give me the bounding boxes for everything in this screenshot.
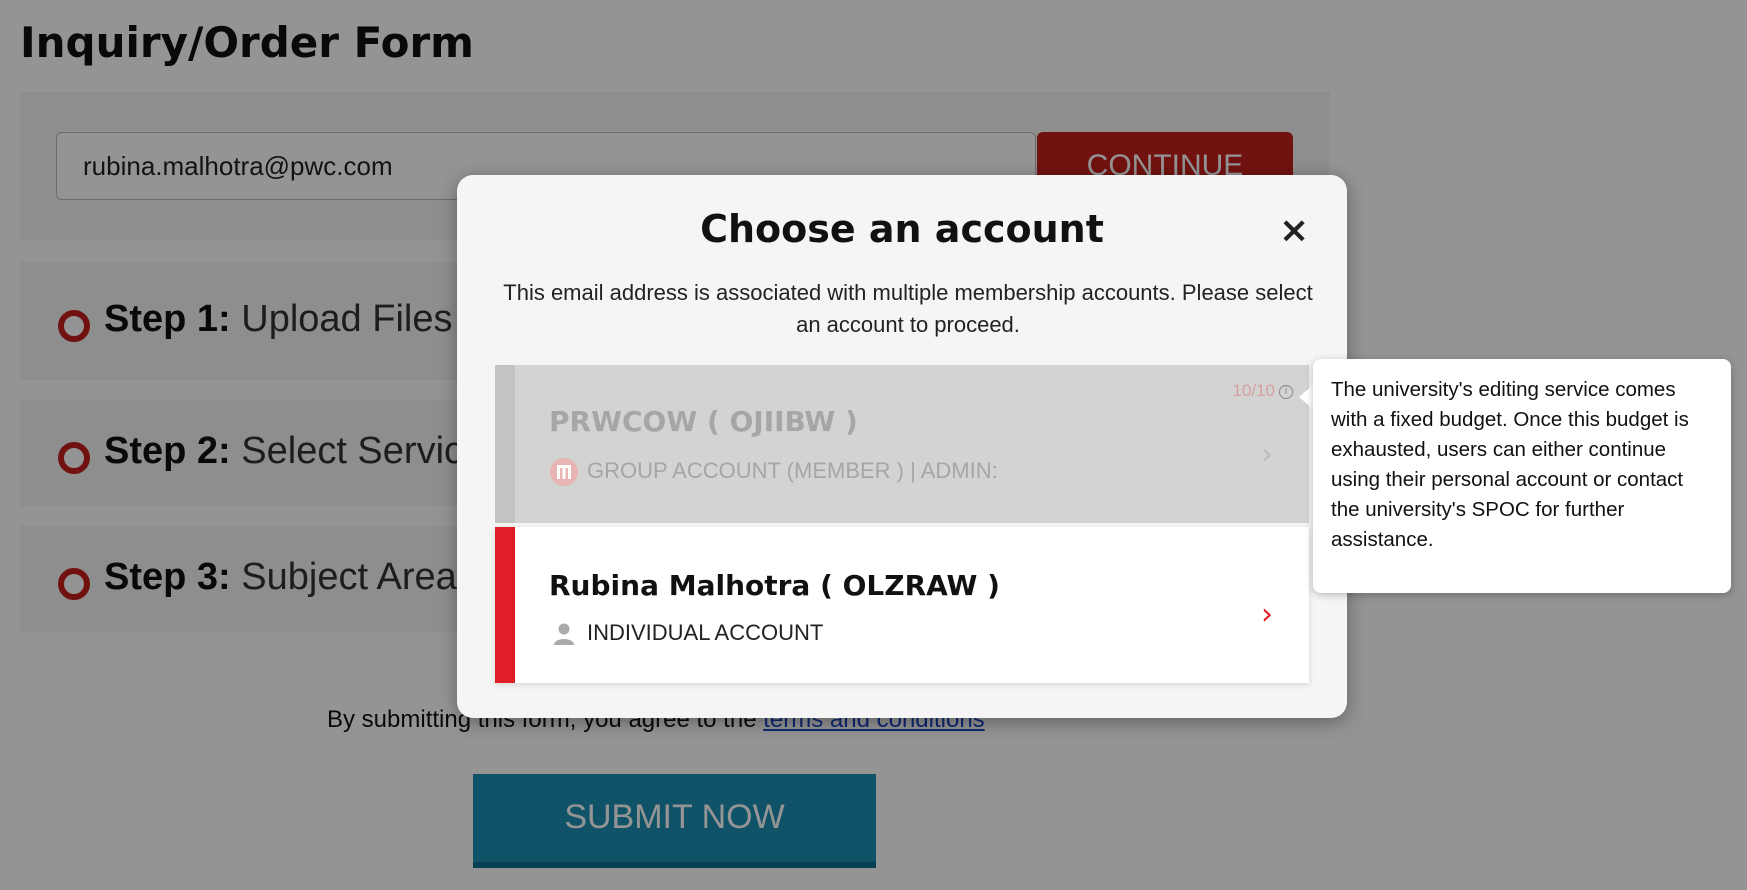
- choose-account-modal: Choose an account × This email address i…: [457, 175, 1347, 718]
- group-logo-icon: [550, 458, 578, 486]
- account-type-row: GROUP ACCOUNT (MEMBER ) | ADMIN:: [549, 457, 998, 487]
- tooltip-arrow: [1299, 385, 1313, 409]
- account-type: GROUP ACCOUNT (MEMBER ) | ADMIN:: [587, 457, 998, 483]
- close-icon[interactable]: ×: [1279, 213, 1309, 249]
- info-icon[interactable]: i: [1279, 384, 1293, 399]
- account-type: INDIVIDUAL ACCOUNT: [587, 619, 824, 645]
- account-type-row: INDIVIDUAL ACCOUNT: [549, 619, 823, 649]
- budget-indicator: 10/10 i: [1232, 381, 1293, 401]
- account-option-group: 10/10 i PRWCOW ( OJIIBW ) GROUP ACCOUNT (…: [495, 365, 1309, 523]
- user-icon: [554, 623, 574, 645]
- chevron-right-icon: ›: [1261, 437, 1273, 472]
- account-option-individual[interactable]: Rubina Malhotra ( OLZRAW ) INDIVIDUAL AC…: [495, 527, 1309, 683]
- chevron-right-icon[interactable]: ›: [1261, 597, 1273, 632]
- modal-title: Choose an account: [700, 207, 1104, 251]
- budget-count: 10/10: [1232, 381, 1275, 400]
- budget-tooltip: The university's editing service comes w…: [1313, 359, 1731, 593]
- account-name: PRWCOW ( OJIIBW ): [549, 405, 858, 438]
- account-name: Rubina Malhotra ( OLZRAW ): [549, 569, 1000, 602]
- modal-description: This email address is associated with mu…: [503, 280, 1313, 337]
